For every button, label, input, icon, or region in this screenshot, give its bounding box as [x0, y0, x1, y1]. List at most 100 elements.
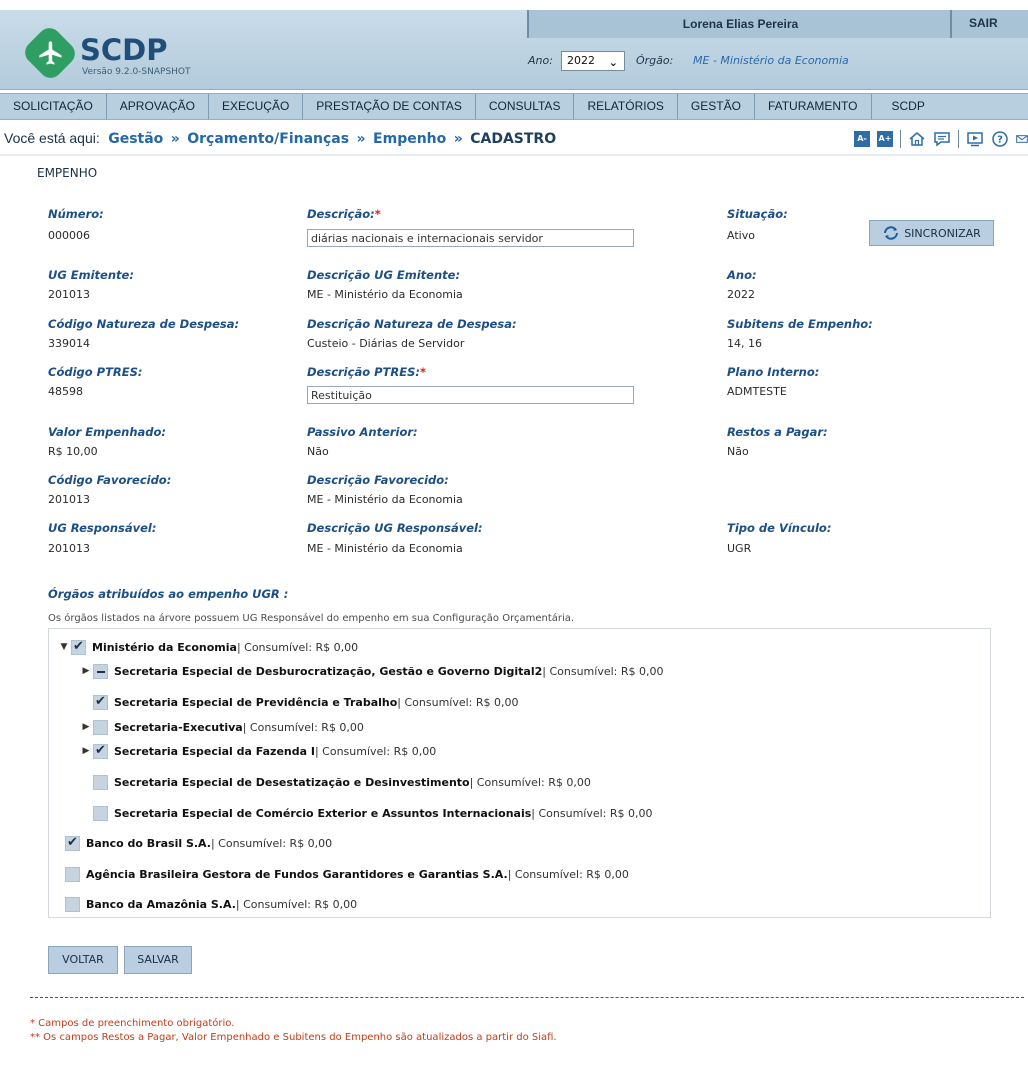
menu-consultas[interactable]: CONSULTAS [476, 94, 575, 119]
cod-favorecido-value: 201013 [48, 493, 90, 506]
footer-siafi-note: ** Os campos Restos a Pagar, Valor Empen… [30, 1032, 557, 1043]
tree-checkbox[interactable] [93, 663, 108, 679]
menu-scdp[interactable]: SCDP [872, 94, 945, 119]
tree-node[interactable]: Secretaria Especial de Comércio Exterior… [81, 804, 653, 822]
tree-node-name: Secretaria Especial de Previdência e Tra… [114, 695, 398, 709]
plano-interno-value: ADMTESTE [727, 385, 787, 398]
ano-label: Ano: [727, 268, 757, 282]
passivo-anterior-label: Passivo Anterior: [307, 425, 418, 439]
menu-gestao[interactable]: GESTÃO [678, 94, 755, 119]
plano-interno-label: Plano Interno: [727, 365, 820, 379]
tree-node-consumivel: | Consumível: R$ 0,00 [235, 897, 358, 911]
video-icon[interactable] [966, 130, 984, 148]
desc-ug-emitente-value: ME - Ministério da Economia [307, 288, 463, 301]
page-title: EMPENHO [37, 166, 98, 180]
font-decrease-button[interactable]: A- [854, 131, 870, 147]
menu-relatorios[interactable]: RELATÓRIOS [574, 94, 678, 119]
breadcrumb-empenho[interactable]: Empenho [373, 131, 446, 147]
voltar-button[interactable]: VOLTAR [48, 946, 118, 974]
tree-node-name: Secretaria Especial da Fazenda I [114, 744, 315, 758]
orgs-note: Os órgãos listados na árvore possuem UG … [48, 613, 575, 624]
org-value: ME - Ministério da Economia [693, 54, 849, 67]
desc-natureza-label: Descrição Natureza de Despesa: [307, 317, 517, 331]
tree-node[interactable]: ▶ Secretaria Especial da Fazenda I | Con… [81, 742, 436, 760]
app-logo-text: SCDP [80, 33, 168, 67]
sincronizar-label: SINCRONIZAR [904, 226, 981, 240]
tree-checkbox[interactable] [65, 866, 80, 882]
user-name: Lorena Elias Pereira [682, 17, 799, 31]
tree-checkbox[interactable] [93, 719, 108, 735]
menu-aprovacao[interactable]: APROVAÇÃO [107, 94, 209, 119]
desc-ptres-input[interactable] [307, 386, 634, 404]
tipo-vinculo-label: Tipo de Vínculo: [727, 521, 832, 535]
situacao-label: Situação: [727, 207, 788, 221]
desc-natureza-value: Custeio - Diárias de Servidor [307, 337, 465, 350]
tree-node-consumivel: | Consumível: R$ 0,00 [236, 640, 359, 654]
tree-node-name: Banco da Amazônia S.A. [86, 897, 236, 911]
tree-node-name: Secretaria Especial de Desestatização e … [114, 775, 470, 789]
subitens-value: 14, 16 [727, 337, 762, 350]
tree-node[interactable]: Secretaria Especial de Previdência e Tra… [81, 693, 519, 711]
double-chevron-right-icon: » [453, 131, 463, 147]
menu-execucao[interactable]: EXECUÇÃO [209, 94, 304, 119]
ug-responsavel-label: UG Responsável: [48, 521, 157, 535]
tree-checkbox[interactable] [93, 694, 108, 710]
tree-node[interactable]: Agência Brasileira Gestora de Fundos Gar… [63, 865, 629, 883]
double-chevron-right-icon: » [170, 131, 180, 147]
breadcrumb-gestao[interactable]: Gestão [108, 131, 163, 147]
breadcrumb-orcamento-financas[interactable]: Orçamento/Finanças [187, 131, 349, 147]
tree-checkbox[interactable] [65, 896, 80, 912]
tree-node-name: Ministério da Economia [92, 640, 237, 654]
airplane-icon [39, 41, 62, 65]
tree-node-consumivel: | Consumível: R$ 0,00 [314, 744, 437, 758]
tree-node[interactable]: ▶ Secretaria Especial de Desburocratizaç… [81, 662, 664, 680]
app-header: SCDP Versão 9.2.0-SNAPSHOT Lorena Elias … [0, 10, 1028, 90]
mail-icon[interactable] [1016, 130, 1028, 148]
org-label: Órgão: [636, 54, 674, 67]
caret-down-icon[interactable]: ▼ [59, 642, 69, 652]
menu-solicitacao[interactable]: SOLICITAÇÃO [0, 94, 107, 119]
font-increase-button[interactable]: A+ [877, 131, 893, 147]
orgs-title: Órgãos atribuídos ao empenho UGR : [48, 587, 289, 601]
salvar-button[interactable]: SALVAR [124, 946, 192, 974]
tree-node-name: Banco do Brasil S.A. [86, 836, 211, 850]
tree-checkbox[interactable] [93, 743, 108, 759]
tree-node[interactable]: Secretaria Especial de Desestatização e … [81, 773, 591, 791]
ano-value: 2022 [727, 288, 755, 301]
tree-node[interactable]: Banco da Amazônia S.A. | Consumível: R$ … [63, 895, 357, 913]
breadcrumb-current: CADASTRO [470, 131, 557, 147]
tree-node[interactable]: ▶ Secretaria-Executiva | Consumível: R$ … [81, 718, 364, 736]
tree-node[interactable]: Banco do Brasil S.A. | Consumível: R$ 0,… [63, 834, 332, 852]
tree-checkbox[interactable] [71, 639, 86, 655]
valor-empenhado-value: R$ 10,00 [48, 445, 98, 458]
menu-faturamento[interactable]: FATURAMENTO [755, 94, 872, 119]
toolbar-divider [958, 130, 959, 148]
orgs-tree: ▼ Ministério da Economia | Consumível: R… [48, 628, 991, 918]
tree-node-consumivel: | Consumível: R$ 0,00 [507, 867, 629, 881]
year-select-value: 2022 [567, 54, 595, 67]
home-icon[interactable] [908, 130, 926, 148]
caret-right-icon[interactable]: ▶ [81, 746, 91, 756]
tree-checkbox[interactable] [93, 805, 108, 821]
sincronizar-button[interactable]: SINCRONIZAR [869, 220, 994, 246]
cod-ptres-label: Código PTRES: [48, 365, 143, 379]
logout-link[interactable]: SAIR [969, 10, 998, 38]
tree-node[interactable]: ▼ Ministério da Economia | Consumível: R… [59, 638, 358, 656]
desc-ug-responsavel-label: Descrição UG Responsável: [307, 521, 483, 535]
cod-favorecido-label: Código Favorecido: [48, 473, 172, 487]
chat-icon[interactable] [933, 130, 951, 148]
caret-right-icon[interactable]: ▶ [81, 722, 91, 732]
descricao-input[interactable] [307, 229, 634, 247]
tree-node-name: Secretaria Especial de Desburocratização… [114, 664, 543, 678]
year-select[interactable]: 2022 ⌄ [561, 51, 625, 71]
svg-text:?: ? [997, 135, 1003, 146]
breadcrumb-prefix: Você está aqui: [4, 130, 100, 146]
menu-prestacao-de-contas[interactable]: PRESTAÇÃO DE CONTAS [303, 94, 476, 119]
tree-checkbox[interactable] [65, 835, 80, 851]
main-menu: SOLICITAÇÃO APROVAÇÃO EXECUÇÃO PRESTAÇÃO… [0, 93, 1028, 120]
year-label: Ano: [528, 54, 553, 67]
help-icon[interactable]: ? [991, 130, 1009, 148]
tree-checkbox[interactable] [93, 774, 108, 790]
caret-right-icon[interactable]: ▶ [81, 666, 91, 676]
tree-node-name: Secretaria Especial de Comércio Exterior… [114, 806, 532, 820]
